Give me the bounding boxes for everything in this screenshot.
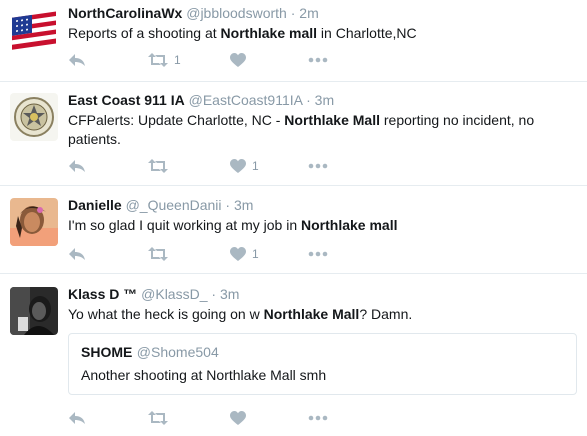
user-handle[interactable]: @KlassD_ [141,286,207,302]
tweet-actions: 1 [68,244,338,264]
timestamp[interactable]: 2m [299,5,318,21]
reply-button[interactable] [68,408,86,428]
like-count: 1 [252,247,259,261]
user-handle[interactable]: @_QueenDanii [126,197,222,213]
reply-icon [68,410,86,426]
reply-button[interactable] [68,50,86,70]
tweet-header: NorthCarolinaWx @jbbloodsworth · 2m [68,4,577,22]
quoted-display-name: SHOME [81,344,133,360]
user-handle[interactable]: @EastCoast911IA [189,92,303,108]
timestamp[interactable]: 3m [315,92,334,108]
separator-dot: · [290,5,296,21]
retweet-icon [148,246,168,262]
more-icon [308,163,328,169]
tweet-text: Yo what the heck is going on w Northlake… [68,306,413,322]
tweet[interactable]: East Coast 911 IA @EastCoast911IA · 3m C… [0,82,587,186]
tweet[interactable]: Danielle @_QueenDanii · 3m I'm so glad I… [0,186,587,274]
like-button[interactable]: 1 [230,244,259,264]
display-name[interactable]: East Coast 911 IA [68,92,185,108]
reply-icon [68,52,86,68]
quoted-tweet-text: Another shooting at Northlake Mall smh [81,367,327,383]
person-photo-avatar[interactable] [10,198,58,246]
separator-dot: · [306,92,311,108]
reply-icon [68,246,86,262]
heart-icon [230,52,246,68]
reply-icon [68,158,86,174]
like-count: 1 [252,159,259,173]
tweet-actions [68,408,338,428]
emergency-badge-avatar[interactable] [10,93,58,141]
like-button[interactable] [230,408,252,428]
tweet-text: CFPalerts: Update Charlotte, NC - Northl… [68,112,535,147]
tweet-header: Klass D ™ @KlassD_ · 3m [68,285,577,303]
separator-dot: · [225,197,231,213]
display-name[interactable]: Danielle [68,197,122,213]
tweet-text: I'm so glad I quit working at my job in … [68,217,398,233]
timestamp[interactable]: 3m [220,286,239,302]
retweet-icon [148,410,168,426]
bw-photo-avatar[interactable] [10,287,58,335]
tweet-header: Danielle @_QueenDanii · 3m [68,196,577,214]
tweet[interactable]: Klass D ™ @KlassD_ · 3m Yo what the heck… [0,274,587,436]
tweet-header: East Coast 911 IA @EastCoast911IA · 3m [68,91,577,109]
display-name[interactable]: NorthCarolinaWx [68,5,182,21]
tweet-actions: 1 [68,156,338,176]
heart-icon [230,410,246,426]
like-button[interactable] [230,50,252,70]
quoted-tweet[interactable]: SHOME @Shome504 Another shooting at Nort… [68,333,577,395]
retweet-count: 1 [174,53,181,67]
retweet-icon [148,52,168,68]
more-icon [308,57,328,63]
more-button[interactable] [308,408,328,428]
retweet-icon [148,158,168,174]
display-name[interactable]: Klass D ™ [68,286,137,302]
tweet-text: Reports of a shooting at Northlake mall … [68,25,417,41]
retweet-button[interactable] [148,408,174,428]
more-icon [308,251,328,257]
heart-icon [230,246,246,262]
more-button[interactable] [308,244,328,264]
tweet[interactable]: NorthCarolinaWx @jbbloodsworth · 2m Repo… [0,0,587,82]
retweet-button[interactable]: 1 [148,50,181,70]
retweet-button[interactable] [148,244,174,264]
more-icon [308,415,328,421]
timestamp[interactable]: 3m [234,197,253,213]
reply-button[interactable] [68,156,86,176]
more-button[interactable] [308,156,328,176]
like-button[interactable]: 1 [230,156,259,176]
reply-button[interactable] [68,244,86,264]
separator-dot: · [211,286,217,302]
user-handle[interactable]: @jbbloodsworth [186,5,287,21]
heart-icon [230,158,246,174]
us-flag-avatar[interactable] [10,6,58,54]
quoted-user-handle: @Shome504 [136,344,219,360]
retweet-button[interactable] [148,156,174,176]
more-button[interactable] [308,50,328,70]
tweet-actions: 1 [68,50,338,70]
